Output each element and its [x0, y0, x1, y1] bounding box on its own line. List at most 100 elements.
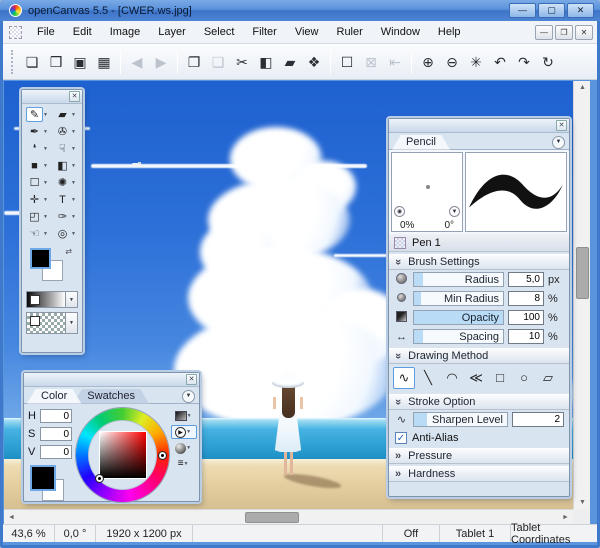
- tool-bucket-fill[interactable]: ◧ ▼: [52, 157, 80, 174]
- gradient-dropdown-icon[interactable]: ▼: [66, 291, 78, 308]
- redo-history-icon[interactable]: ↻: [536, 50, 560, 74]
- tool-dropdown-icon[interactable]: ▼: [71, 180, 78, 186]
- tool-pen[interactable]: ✒ ▼: [24, 123, 52, 140]
- tool-dropdown-icon[interactable]: ▼: [43, 163, 50, 169]
- pattern-dropdown-icon[interactable]: ▼: [66, 312, 78, 334]
- save-as-icon[interactable]: ▦: [92, 50, 116, 74]
- tool-dropdown-icon[interactable]: ▼: [71, 112, 78, 118]
- freehand-icon[interactable]: ∿: [393, 367, 415, 389]
- hue-marker[interactable]: [158, 451, 167, 460]
- line-icon[interactable]: ╲: [417, 367, 439, 389]
- tool-marquee[interactable]: ☐ ▼: [24, 174, 52, 191]
- color-panel-titlebar[interactable]: ✕: [24, 373, 199, 387]
- value-field[interactable]: [40, 445, 72, 459]
- transform-icon[interactable]: ❖: [302, 50, 326, 74]
- rectangle-icon[interactable]: □: [489, 367, 511, 389]
- copy-icon[interactable]: ❐: [182, 50, 206, 74]
- nav-forward-icon[interactable]: ▶: [149, 50, 173, 74]
- spacing-slider[interactable]: Spacing: [413, 329, 504, 344]
- mdi-minimize-button[interactable]: —: [535, 24, 553, 40]
- min-radius-value-field[interactable]: [508, 291, 544, 306]
- select-rectangle-icon[interactable]: ☐: [335, 50, 359, 74]
- saturation-field[interactable]: [40, 427, 72, 441]
- tool-dropdown-icon[interactable]: ▼: [71, 146, 78, 152]
- brush-panel-menu-icon[interactable]: ▼: [552, 136, 565, 149]
- nav-back-icon[interactable]: ◀: [125, 50, 149, 74]
- save-icon[interactable]: ▣: [68, 50, 92, 74]
- radius-slider[interactable]: Radius: [413, 272, 504, 287]
- close-button[interactable]: ✕: [567, 3, 594, 18]
- polygon-icon[interactable]: ▱: [537, 367, 559, 389]
- scroll-left-icon[interactable]: ◄: [4, 511, 19, 524]
- tool-dropdown-icon[interactable]: ▼: [43, 112, 50, 118]
- opacity-value-field[interactable]: [508, 310, 544, 325]
- tool-dropdown-icon[interactable]: ▼: [43, 214, 50, 220]
- horizontal-scrollbar[interactable]: ◄ ►: [4, 509, 573, 524]
- section-pressure[interactable]: » Pressure: [389, 448, 569, 464]
- tool-palette-titlebar[interactable]: ✕: [22, 90, 82, 104]
- dropdown-icon[interactable]: ▼: [187, 413, 194, 419]
- maximize-button[interactable]: ▢: [538, 3, 565, 18]
- tool-eraser[interactable]: ▰ ▼: [52, 106, 80, 123]
- zoom-actual-icon[interactable]: ✳: [464, 50, 488, 74]
- tool-eyedropper[interactable]: ✑ ▼: [52, 208, 80, 225]
- tool-watercolor[interactable]: ❛ ▼: [24, 140, 52, 157]
- sphere-mode-button[interactable]: ▼: [171, 441, 197, 455]
- toolbar-grip[interactable]: [11, 49, 14, 74]
- tool-palette[interactable]: ✕ ✎ ▼ ▰ ▼ ✒ ▼ ✇ ▼ ❛ ▼ ☟ ▼ ■ ▼ ◧ ▼ ☐ ▼ ✺ ▼ ✛ ▼ T ▼ ◰ ▼…: [21, 89, 83, 353]
- dropdown-icon[interactable]: ▼: [186, 445, 193, 451]
- minimize-button[interactable]: —: [509, 3, 536, 18]
- titlebar[interactable]: openCanvas 5.5 - [CWER.ws.jpg] — ▢ ✕: [0, 0, 600, 21]
- fill-icon[interactable]: ◧: [254, 50, 278, 74]
- tool-dropdown-icon[interactable]: ▼: [43, 146, 50, 152]
- sharpen-slider[interactable]: Sharpen Level: [413, 412, 508, 427]
- tool-move[interactable]: ✛ ▼: [24, 191, 52, 208]
- color-panel-menu-icon[interactable]: ▼: [182, 390, 195, 403]
- zoom-out-icon[interactable]: ⊖: [440, 50, 464, 74]
- opacity-slider[interactable]: Opacity: [413, 310, 504, 325]
- section-drawing-method[interactable]: » Drawing Method: [389, 348, 569, 364]
- paste-into-selection-icon[interactable]: ⇤: [383, 50, 407, 74]
- open-icon[interactable]: ❒: [44, 50, 68, 74]
- eraser-icon[interactable]: ▰: [278, 50, 302, 74]
- polyline-icon[interactable]: ≪: [465, 367, 487, 389]
- tool-dropdown-icon[interactable]: ▼: [43, 197, 50, 203]
- tool-pencil[interactable]: ✎ ▼: [24, 106, 52, 123]
- color-panel-close-icon[interactable]: ✕: [186, 374, 197, 385]
- tool-crop[interactable]: ◰ ▼: [24, 208, 52, 225]
- tool-dropdown-icon[interactable]: ▼: [43, 129, 50, 135]
- menu-image[interactable]: Image: [101, 23, 150, 41]
- dropdown-icon[interactable]: ▼: [184, 461, 191, 467]
- spacing-value-field[interactable]: [508, 329, 544, 344]
- wheel-mode-button[interactable]: ▶ ▼: [171, 425, 197, 439]
- mdi-restore-button[interactable]: ❐: [555, 24, 573, 40]
- section-stroke-option[interactable]: » Stroke Option: [389, 394, 569, 410]
- tool-airbrush[interactable]: ✇ ▼: [52, 123, 80, 140]
- menu-help[interactable]: Help: [429, 23, 470, 41]
- dropdown-icon[interactable]: ▼: [186, 429, 193, 435]
- pattern-selector[interactable]: [26, 312, 66, 334]
- sv-marker[interactable]: [95, 474, 104, 483]
- tip-target-icon[interactable]: ◉: [394, 206, 405, 217]
- foreground-color-swatch[interactable]: [30, 465, 56, 491]
- radius-value-field[interactable]: [508, 272, 544, 287]
- tab-color[interactable]: Color: [27, 389, 81, 404]
- menu-select[interactable]: Select: [195, 23, 244, 41]
- tool-dropdown-icon[interactable]: ▼: [71, 197, 78, 203]
- menu-edit[interactable]: Edit: [64, 23, 101, 41]
- min-radius-slider[interactable]: Min Radius: [413, 291, 504, 306]
- new-icon[interactable]: ❏: [20, 50, 44, 74]
- curve-icon[interactable]: ◠: [441, 367, 463, 389]
- color-wheel[interactable]: [76, 408, 170, 502]
- ellipse-icon[interactable]: ○: [513, 367, 535, 389]
- color-panel[interactable]: ✕ Color Swatches ▼ H S V: [23, 372, 200, 502]
- brush-tip-preview[interactable]: ◉ ▼ 0% 0°: [391, 152, 463, 232]
- redo-icon[interactable]: ↷: [512, 50, 536, 74]
- saturation-value-box[interactable]: [99, 431, 147, 479]
- sharpen-value-field[interactable]: [512, 412, 564, 427]
- gradient-mode-button[interactable]: ▼: [171, 409, 197, 423]
- mdi-close-button[interactable]: ✕: [575, 24, 593, 40]
- tool-palette-close-icon[interactable]: ✕: [69, 91, 80, 102]
- zoom-in-icon[interactable]: ⊕: [416, 50, 440, 74]
- deselect-icon[interactable]: ⊠: [359, 50, 383, 74]
